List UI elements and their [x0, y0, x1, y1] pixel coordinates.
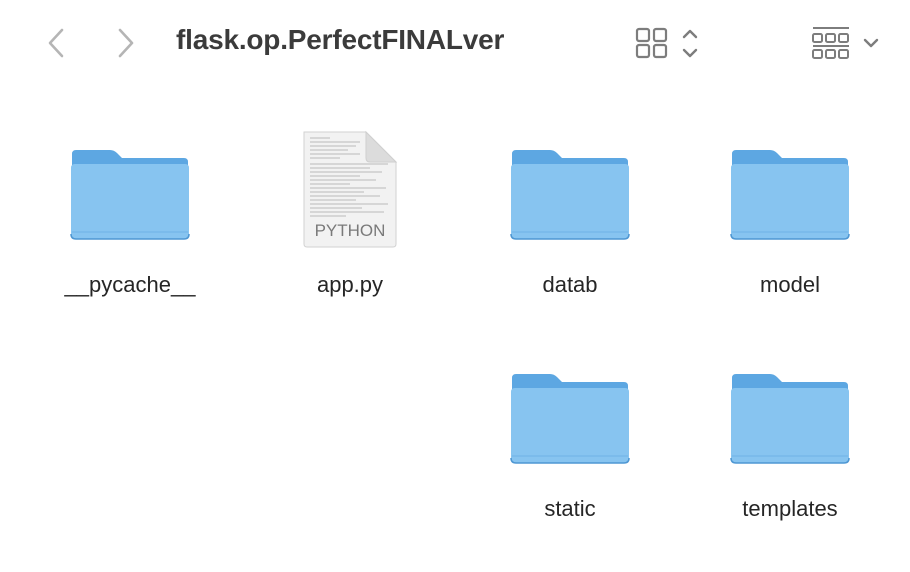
- folder-icon: [510, 374, 630, 464]
- folder-item[interactable]: __pycache__: [50, 130, 210, 298]
- folder-item[interactable]: templates: [710, 354, 870, 522]
- folder-icon: [70, 150, 190, 240]
- file-grid: __pycache__ PYTHON app.py datab model st…: [0, 0, 910, 572]
- folder-item[interactable]: static: [490, 354, 650, 522]
- item-name: templates: [742, 496, 838, 521]
- folder-icon: [730, 374, 850, 464]
- item-name: static: [544, 496, 596, 521]
- item-name: app.py: [316, 272, 384, 297]
- file-type-badge: PYTHON: [315, 221, 386, 240]
- item-name: datab: [542, 272, 598, 297]
- python-file-icon: PYTHON: [303, 130, 398, 248]
- item-name: __pycache__: [64, 272, 196, 297]
- folder-item[interactable]: model: [710, 130, 870, 298]
- folder-icon: [730, 150, 850, 240]
- folder-item[interactable]: datab: [490, 130, 650, 298]
- folder-icon: [510, 150, 630, 240]
- item-name: model: [760, 272, 820, 297]
- file-item[interactable]: PYTHON app.py: [270, 130, 430, 298]
